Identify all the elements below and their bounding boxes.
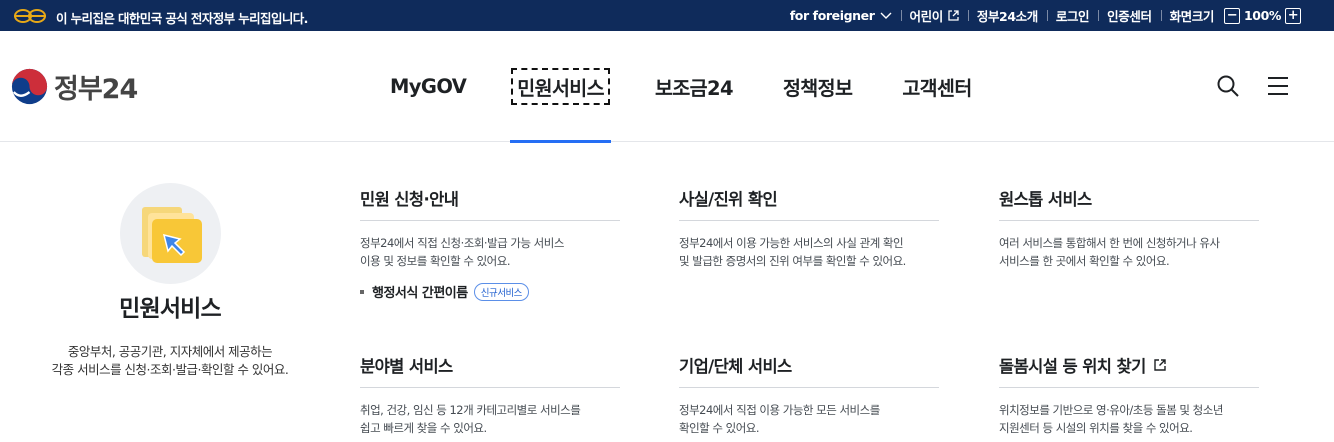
zoom-out-button[interactable]: − [1223, 7, 1240, 24]
desc-line: 지원센터 등 시설의 위치를 찾을 수 있어요. [999, 421, 1193, 435]
kids-label: 어린이 [909, 9, 944, 24]
card-fact-check: 사실/진위 확인 정부24에서 이용 가능한 서비스의 사실 관계 확인 및 발… [679, 186, 939, 270]
kids-link[interactable]: 어린이 [900, 6, 968, 25]
desc-line: 이용 및 정보를 확인할 수 있어요. [360, 254, 510, 268]
foreigner-link[interactable]: for foreigner [781, 8, 901, 23]
about-label: 정부24소개 [976, 9, 1038, 24]
desc-line: 각종 서비스를 신청·조회·발급·확인할 수 있어요. [51, 362, 289, 377]
card-category-service: 분야별 서비스 취업, 건강, 임신 등 12개 카테고리별로 서비스를 쉽고 … [360, 353, 620, 437]
about-link[interactable]: 정부24소개 [967, 6, 1047, 25]
utility-links: for foreigner 어린이 정부24소개 로그인 인증센터 화면크기 −… [781, 0, 1314, 31]
desc-line: 확인할 수 있어요. [679, 421, 760, 435]
nav-item-policy-info[interactable]: 정책정보 [782, 31, 853, 142]
egov-logo-icon [14, 9, 46, 23]
search-icon[interactable] [1216, 74, 1240, 102]
nav-label: 민원서비스 [511, 68, 610, 105]
menu-intro-panel: 민원서비스 중앙부처, 공공기관, 지자체에서 제공하는 각종 서비스를 신청·… [0, 142, 340, 442]
card-title[interactable]: 사실/진위 확인 [679, 186, 939, 221]
nav-label: MyGOV [390, 75, 467, 98]
desc-line: 서비스를 한 곳에서 확인할 수 있어요. [999, 254, 1170, 268]
card-title-label: 돌봄시설 등 위치 찾기 [999, 357, 1146, 376]
taegeuk-emblem-icon [11, 68, 48, 105]
card-one-stop: 원스톱 서비스 여러 서비스를 통합해서 한 번에 신청하거나 유사 서비스를 … [999, 186, 1259, 270]
card-desc: 정부24에서 직접 신청·조회·발급 가능 서비스 이용 및 정보를 확인할 수… [360, 234, 620, 270]
card-desc: 여러 서비스를 통합해서 한 번에 신청하거나 유사 서비스를 한 곳에서 확인… [999, 234, 1259, 270]
login-link[interactable]: 로그인 [1046, 6, 1098, 25]
nav-item-mygov[interactable]: MyGOV [390, 31, 467, 142]
nav-item-civil-service[interactable]: 민원서비스 [510, 31, 611, 143]
zoom-in-button[interactable]: + [1285, 7, 1301, 24]
desc-line: 취업, 건강, 임신 등 12개 카테고리별로 서비스를 [360, 403, 581, 417]
brand-name: 정부24 [54, 74, 138, 105]
card-care-facility: 돌봄시설 등 위치 찾기 위치정보를 기반으로 영·유아/초등 돌봄 및 청소년… [999, 353, 1259, 437]
card-title[interactable]: 기업/단체 서비스 [679, 353, 939, 388]
card-title[interactable]: 원스톱 서비스 [999, 186, 1259, 221]
menu-intro-title: 민원서비스 [119, 296, 222, 322]
folder-cursor-icon [142, 207, 202, 263]
folder-illustration [120, 183, 221, 284]
header-actions [1216, 74, 1290, 102]
card-desc: 정부24에서 이용 가능한 서비스의 사실 관계 확인 및 발급한 증명서의 진… [679, 234, 939, 270]
card-title[interactable]: 민원 신청·안내 [360, 186, 620, 221]
site-header: 정부24 MyGOV 민원서비스 보조금24 정책정보 고객센터 [0, 31, 1334, 143]
desc-line: 쉽고 빠르게 찾을 수 있어요. [360, 421, 487, 435]
desc-line: 정부24에서 직접 신청·조회·발급 가능 서비스 [360, 236, 564, 250]
nav-item-subsidy24[interactable]: 보조금24 [654, 31, 734, 142]
desc-line: 정부24에서 이용 가능한 서비스의 사실 관계 확인 [679, 236, 904, 250]
menu-icon[interactable] [1266, 74, 1290, 102]
card-desc: 위치정보를 기반으로 영·유아/초등 돌봄 및 청소년 지원센터 등 시설의 위… [999, 401, 1259, 437]
chevron-down-icon [880, 12, 892, 20]
gov-notice-text: 이 누리집은 대한민국 공식 전자정부 누리집입니다. [56, 11, 308, 26]
nav-label: 보조금24 [654, 77, 734, 100]
external-link-icon [1153, 359, 1166, 371]
cert-center-link[interactable]: 인증센터 [1098, 6, 1160, 25]
gov-banner: 이 누리집은 대한민국 공식 전자정부 누리집입니다. for foreigne… [0, 0, 1334, 31]
zoom-label: 화면크기 [1169, 9, 1215, 24]
admin-form-link[interactable]: 행정서식 간편이름 신규서비스 [360, 282, 620, 301]
card-desc: 정부24에서 직접 이용 가능한 모든 서비스를 확인할 수 있어요. [679, 401, 939, 437]
desc-line: 여러 서비스를 통합해서 한 번에 신청하거나 유사 [999, 236, 1220, 250]
desc-line: 위치정보를 기반으로 영·유아/초등 돌봄 및 청소년 [999, 403, 1223, 417]
nav-label: 정책정보 [782, 77, 853, 100]
card-civil-apply: 민원 신청·안내 정부24에서 직접 신청·조회·발급 가능 서비스 이용 및 … [360, 186, 620, 301]
card-title[interactable]: 돌봄시설 등 위치 찾기 [999, 353, 1259, 388]
zoom-value: 100% [1243, 8, 1281, 23]
desc-line: 중앙부처, 공공기관, 지자체에서 제공하는 [67, 344, 273, 359]
zoom-control: 화면크기 − 100% + [1160, 6, 1314, 25]
card-title[interactable]: 분야별 서비스 [360, 353, 620, 388]
desc-line: 정부24에서 직접 이용 가능한 모든 서비스를 [679, 403, 880, 417]
sub-link-label: 행정서식 간편이름 [372, 286, 468, 301]
bullet-icon [360, 289, 364, 294]
card-desc: 취업, 건강, 임신 등 12개 카테고리별로 서비스를 쉽고 빠르게 찾을 수… [360, 401, 620, 437]
foreigner-label: for foreigner [789, 8, 875, 23]
nav-label: 고객센터 [902, 77, 972, 100]
menu-intro-desc: 중앙부처, 공공기관, 지자체에서 제공하는 각종 서비스를 신청·조회·발급·… [0, 343, 340, 379]
nav-item-customer-center[interactable]: 고객센터 [902, 31, 972, 142]
main-nav: MyGOV 민원서비스 보조금24 정책정보 고객센터 [390, 31, 972, 143]
card-business-service: 기업/단체 서비스 정부24에서 직접 이용 가능한 모든 서비스를 확인할 수… [679, 353, 939, 437]
brand-logo-link[interactable]: 정부24 [11, 67, 138, 106]
desc-line: 및 발급한 증명서의 진위 여부를 확인할 수 있어요. [679, 254, 906, 268]
login-label: 로그인 [1055, 9, 1090, 24]
new-service-badge: 신규서비스 [473, 282, 529, 301]
external-link-icon [948, 10, 959, 21]
cert-center-label: 인증센터 [1107, 9, 1152, 24]
